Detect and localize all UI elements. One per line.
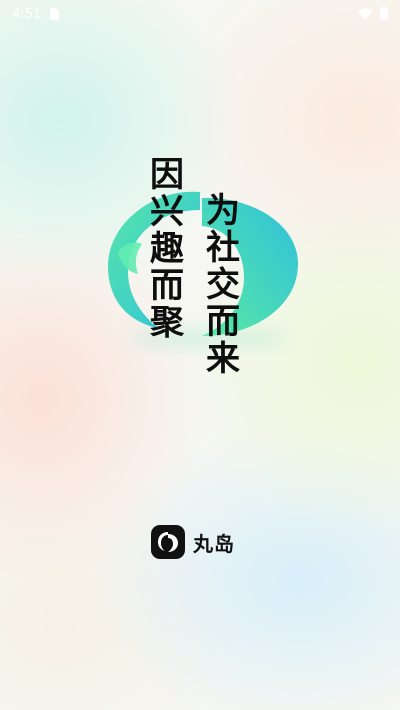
wifi-icon — [358, 5, 372, 24]
slogan-char: 兴 — [150, 192, 184, 232]
slogan-char: 为 — [206, 191, 240, 231]
app-logo-icon — [151, 525, 185, 559]
brand: 丸岛 — [151, 525, 235, 559]
sim-card-icon — [49, 5, 60, 24]
status-bar: 4:51 — [0, 0, 400, 28]
battery-icon — [380, 5, 388, 24]
slogan-char: 聚 — [150, 303, 184, 343]
logo-mark-icon — [98, 188, 308, 356]
slogan-char: 社 — [206, 228, 240, 268]
slogan-right-column: 为 社 交 而 来 — [206, 193, 240, 378]
slogan-char: 交 — [206, 265, 240, 305]
slogan-char: 来 — [206, 339, 240, 379]
slogan-char: 趣 — [150, 229, 184, 269]
status-time: 4:51 — [12, 6, 42, 22]
slogan-left-column: 因 兴 趣 而 聚 — [150, 157, 184, 342]
status-right — [358, 5, 388, 24]
brand-name: 丸岛 — [193, 531, 235, 556]
slogan-char: 因 — [150, 155, 184, 195]
slogan-char: 而 — [206, 302, 240, 342]
status-left: 4:51 — [12, 5, 60, 24]
slogan-char: 而 — [150, 266, 184, 306]
